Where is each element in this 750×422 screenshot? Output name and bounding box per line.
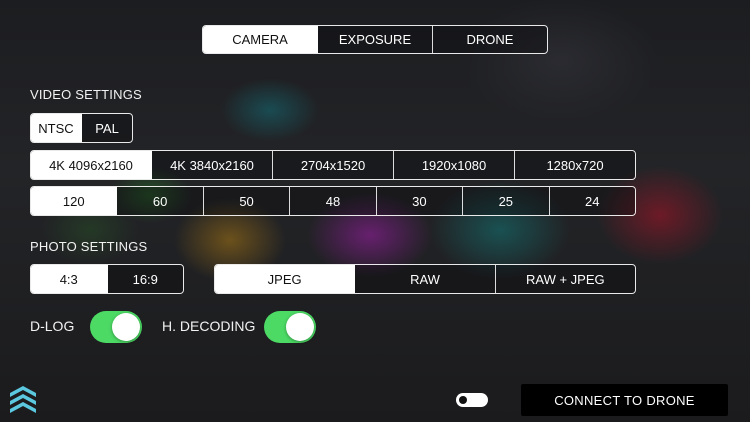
aspect-4-3[interactable]: 4:3 <box>31 265 108 293</box>
video-settings-label: VIDEO SETTINGS <box>30 87 142 102</box>
fps-60[interactable]: 60 <box>117 187 204 215</box>
tab-drone[interactable]: DRONE <box>433 26 547 53</box>
format-raw-jpeg[interactable]: RAW + JPEG <box>495 265 635 293</box>
h-decoding-label: H. DECODING <box>162 318 256 334</box>
video-standard-selector: NTSC PAL <box>30 113 133 143</box>
mini-toggle-knob <box>459 396 467 404</box>
tab-camera[interactable]: CAMERA <box>203 26 318 53</box>
photo-format-selector: JPEG RAW RAW + JPEG <box>214 264 636 294</box>
resolution-selector: 4K 4096x2160 4K 3840x2160 2704x1520 1920… <box>30 150 636 180</box>
resolution-4k-4096[interactable]: 4K 4096x2160 <box>31 151 152 179</box>
resolution-1280[interactable]: 1280x720 <box>515 151 635 179</box>
dlog-switch-knob <box>112 313 140 341</box>
format-jpeg[interactable]: JPEG <box>215 265 356 293</box>
fps-120[interactable]: 120 <box>31 187 118 215</box>
aspect-16-9[interactable]: 16:9 <box>107 265 183 293</box>
dlog-label: D-LOG <box>30 318 75 334</box>
mini-toggle-switch[interactable] <box>456 393 488 407</box>
resolution-4k-3840[interactable]: 4K 3840x2160 <box>152 151 273 179</box>
fps-30[interactable]: 30 <box>376 187 464 215</box>
photo-settings-label: PHOTO SETTINGS <box>30 239 148 254</box>
app-logo-icon[interactable] <box>8 384 38 416</box>
fps-50[interactable]: 50 <box>203 187 291 215</box>
fps-25[interactable]: 25 <box>463 187 550 215</box>
fps-24[interactable]: 24 <box>549 187 635 215</box>
standard-ntsc[interactable]: NTSC <box>31 114 82 142</box>
h-decoding-switch-knob <box>286 313 314 341</box>
main-tabs: CAMERA EXPOSURE DRONE <box>202 25 548 54</box>
resolution-1920[interactable]: 1920x1080 <box>394 151 515 179</box>
fps-48[interactable]: 48 <box>290 187 377 215</box>
h-decoding-switch[interactable] <box>264 311 316 343</box>
format-raw[interactable]: RAW <box>355 265 496 293</box>
dlog-switch[interactable] <box>90 311 142 343</box>
aspect-ratio-selector: 4:3 16:9 <box>30 264 184 294</box>
tab-exposure[interactable]: EXPOSURE <box>318 26 433 53</box>
resolution-2704[interactable]: 2704x1520 <box>273 151 394 179</box>
standard-pal[interactable]: PAL <box>82 114 132 142</box>
connect-to-drone-button[interactable]: CONNECT TO DRONE <box>521 384 728 416</box>
frame-rate-selector: 120 60 50 48 30 25 24 <box>30 186 636 216</box>
